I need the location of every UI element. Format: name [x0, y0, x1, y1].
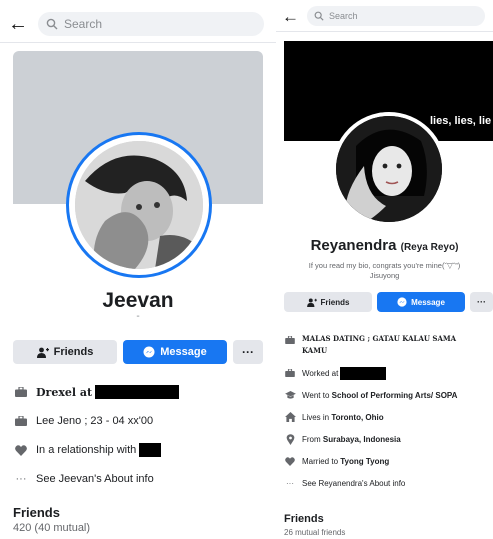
- education-prefix: Went to: [302, 390, 332, 400]
- married-text: Married to Tyong Tyong: [302, 457, 389, 466]
- intro-work: Drexel at: [13, 382, 271, 402]
- intro-lives: Lives in Toronto, Ohio: [284, 409, 489, 425]
- heart-icon: [13, 444, 29, 456]
- intro-relationship: In a relationship with: [13, 440, 271, 460]
- avatar: [75, 141, 203, 269]
- divider: [0, 42, 276, 43]
- friends-count: 420 (40 mutual): [13, 522, 91, 534]
- school-name[interactable]: School of Performing Arts/ SOPA: [332, 391, 458, 400]
- more-dots-icon: ···: [15, 473, 27, 485]
- profile-name: Reyanendra: [310, 237, 397, 254]
- messenger-icon: [397, 297, 407, 307]
- intro-status: MALAS DATING ; GATAU KALAU SAMA KAMU: [284, 333, 489, 357]
- redaction-bar: [340, 366, 387, 380]
- education-text: Went to School of Performing Arts/ SOPA: [302, 391, 457, 400]
- friends-section-title: Friends: [13, 505, 60, 520]
- heart-icon: [284, 456, 296, 466]
- work-text: Drexel at: [36, 385, 93, 399]
- message-button[interactable]: Message: [123, 340, 227, 364]
- briefcase-icon: [13, 416, 29, 426]
- profile-name: Jeevan: [102, 289, 174, 312]
- intro-list: MALAS DATING ; GATAU KALAU SAMA KAMU Wor…: [284, 333, 489, 491]
- avatar-story-ring[interactable]: [66, 132, 212, 278]
- home-icon: [284, 412, 296, 422]
- lives-prefix: Lives in: [302, 412, 332, 422]
- redaction-bar: [95, 385, 180, 399]
- name-separator: -: [136, 311, 140, 322]
- graduation-cap-icon: [284, 390, 296, 400]
- intro-about[interactable]: ··· See Jeevan's About info: [13, 469, 271, 489]
- redaction-bar: [139, 443, 162, 457]
- back-arrow-icon[interactable]: ←: [282, 8, 299, 25]
- intro-from: From Surabaya, Indonesia: [284, 431, 489, 447]
- profile-name-line: Reyanendra (Reya Reyo): [276, 237, 493, 254]
- more-button[interactable]: ···: [470, 292, 493, 312]
- birthday-text: Lee Jeno ; 23 - 04 xx'00: [36, 415, 154, 427]
- top-bar: ← Search: [282, 6, 487, 26]
- cover-text: lies, lies, lie: [430, 115, 492, 127]
- message-button-label: Message: [160, 346, 207, 358]
- intro-about[interactable]: ··· See Reyanendra's About info: [284, 475, 489, 491]
- lives-text: Lives in Toronto, Ohio: [302, 413, 384, 422]
- more-dots-icon: ···: [286, 478, 294, 488]
- action-buttons: Friends Message ···: [13, 340, 263, 364]
- intro-list: Drexel at Lee Jeno ; 23 - 04 xx'00 In a …: [13, 382, 271, 489]
- search-input[interactable]: Search: [38, 12, 264, 36]
- intro-birthday: Lee Jeno ; 23 - 04 xx'00: [13, 411, 271, 431]
- from-city[interactable]: Surabaya, Indonesia: [323, 435, 401, 444]
- worked-text: Worked at: [302, 368, 339, 378]
- bio-line: If you read my bio, congrats you're mine…: [308, 261, 461, 270]
- left-profile-panel: ← Search Jeevan - Friends Message ··· Dr…: [0, 0, 276, 539]
- from-prefix: From: [302, 434, 323, 444]
- profile-photo-image: [75, 141, 203, 269]
- from-text: From Surabaya, Indonesia: [302, 435, 401, 444]
- search-placeholder: Search: [64, 17, 103, 31]
- about-link[interactable]: See Jeevan's About info: [36, 473, 154, 485]
- search-input[interactable]: Search: [307, 6, 485, 26]
- briefcase-icon: [284, 369, 296, 377]
- right-profile-panel: ← Search lies, lies, lie Reyanendra (Rey…: [276, 0, 493, 539]
- divider: [276, 31, 493, 32]
- back-arrow-icon[interactable]: ←: [8, 14, 28, 34]
- avatar-ring[interactable]: [332, 112, 446, 226]
- profile-photo-image: [336, 116, 442, 222]
- briefcase-icon: [13, 387, 29, 397]
- friends-button-label: Friends: [320, 297, 350, 307]
- action-buttons: Friends Message ···: [284, 292, 493, 312]
- married-name[interactable]: Tyong Tyong: [340, 457, 389, 466]
- top-bar: ← Search: [8, 12, 266, 36]
- friends-button[interactable]: Friends: [13, 340, 117, 364]
- intro-worked: Worked at: [284, 365, 489, 381]
- friends-icon: [36, 347, 49, 358]
- search-icon: [314, 11, 324, 21]
- location-pin-icon: [284, 433, 296, 445]
- about-link[interactable]: See Reyanendra's About info: [302, 479, 405, 488]
- lives-city[interactable]: Toronto, Ohio: [331, 413, 383, 422]
- status-text: MALAS DATING ; GATAU KALAU SAMA KAMU: [302, 333, 456, 357]
- search-placeholder: Search: [329, 11, 358, 21]
- friends-count: 26 mutual friends: [284, 528, 346, 537]
- more-button[interactable]: ···: [233, 340, 263, 364]
- avatar: [336, 116, 442, 222]
- message-button-label: Message: [411, 297, 445, 307]
- profile-nickname: (Reya Reyo): [400, 242, 459, 253]
- friends-button[interactable]: Friends: [284, 292, 372, 312]
- intro-education: Went to School of Performing Arts/ SOPA: [284, 387, 489, 403]
- friends-section-title: Friends: [284, 513, 324, 525]
- search-icon: [46, 18, 58, 30]
- friends-button-label: Friends: [53, 346, 94, 358]
- briefcase-icon: [284, 336, 296, 344]
- relationship-text: In a relationship with: [36, 444, 137, 456]
- status-line: KAMU: [302, 346, 328, 355]
- message-button[interactable]: Message: [377, 292, 465, 312]
- status-line: MALAS DATING ; GATAU KALAU SAMA: [302, 334, 457, 343]
- bio-line: Jisuyong: [369, 271, 400, 280]
- bio: If you read my bio, congrats you're mine…: [276, 261, 493, 281]
- messenger-icon: [143, 346, 155, 358]
- married-prefix: Married to: [302, 456, 341, 466]
- friends-icon: [306, 297, 317, 307]
- intro-married: Married to Tyong Tyong: [284, 453, 489, 469]
